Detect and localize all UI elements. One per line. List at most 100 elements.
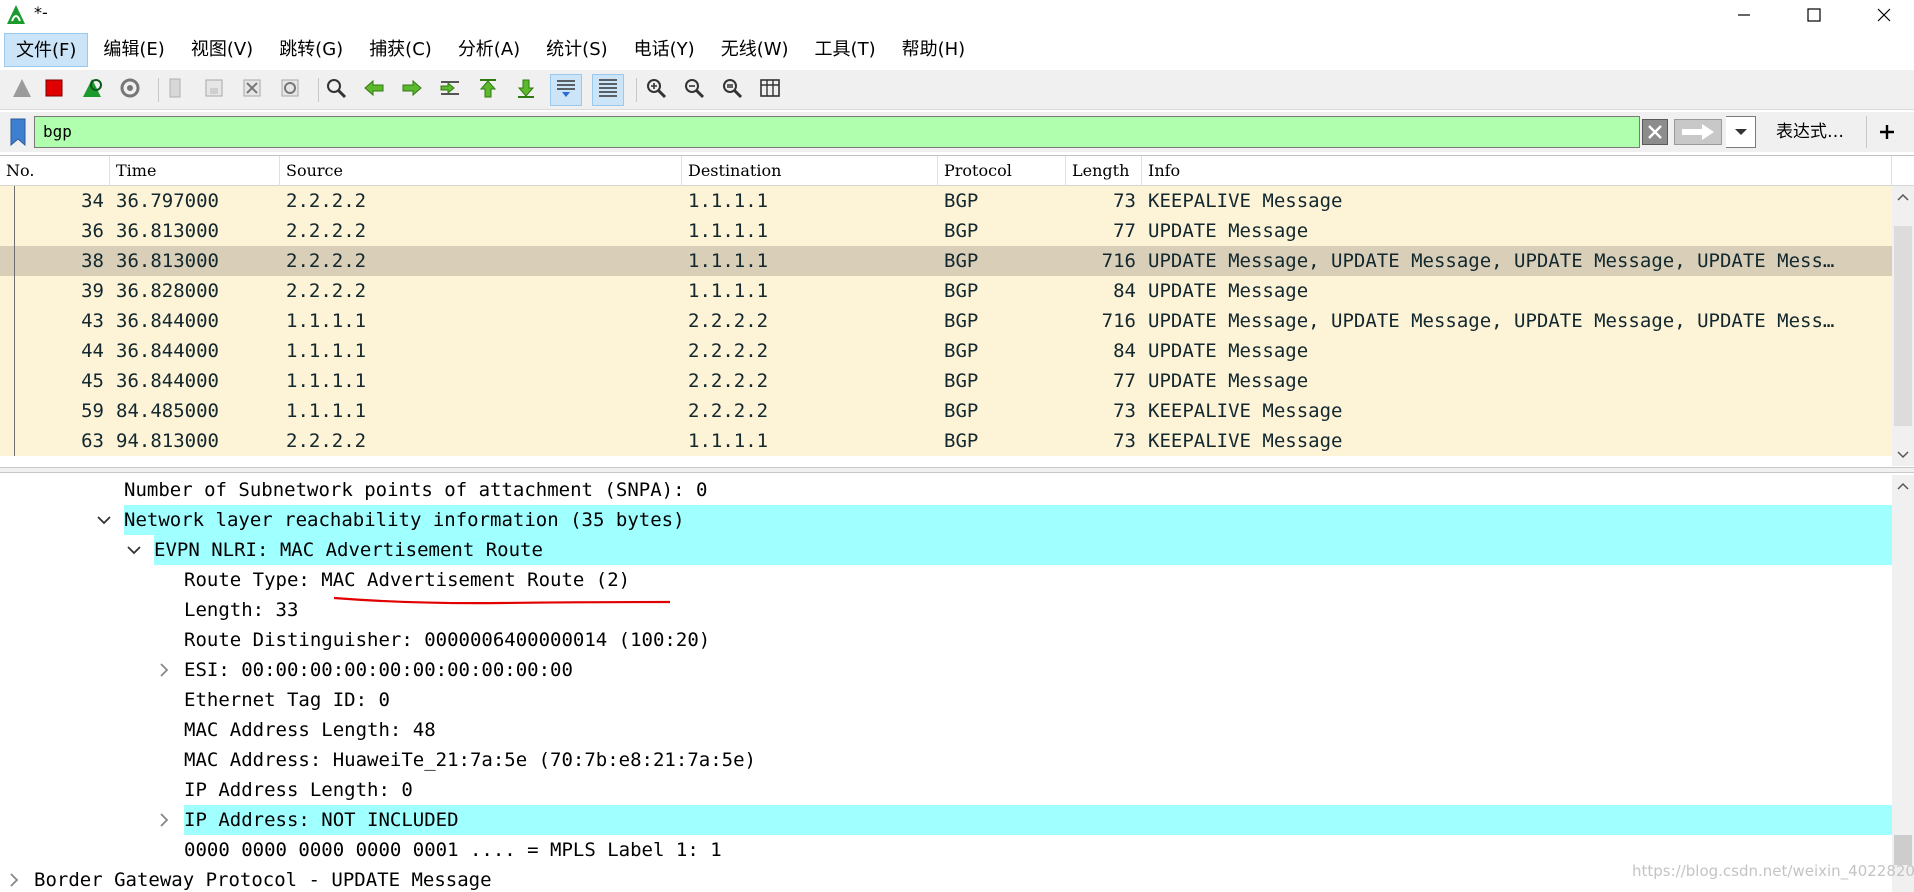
packet-row[interactable]: 38 36.813000 2.2.2.2 1.1.1.1 BGP 716 UPDATE Me…: [0, 246, 1892, 276]
save-file-button[interactable]: [198, 74, 230, 106]
chevron-down-icon: [1897, 451, 1909, 459]
packet-row[interactable]: 36 36.813000 2.2.2.2 1.1.1.1 BGP 77 UPDATE Mes…: [0, 216, 1892, 246]
detail-tree-item[interactable]: IP Address Length: 0: [184, 775, 413, 805]
packet-details-scroll-thumb[interactable]: [1894, 835, 1912, 865]
detail-tree-item[interactable]: Route Type: MAC Advertisement Route (2): [184, 565, 630, 595]
packet-list-hscroll[interactable]: [0, 456, 1892, 466]
menu-item-1[interactable]: 编辑(E): [92, 33, 175, 67]
open-file-icon: [164, 76, 188, 105]
display-filter-input[interactable]: bgp: [34, 116, 1640, 148]
add-filter-button[interactable]: [1866, 116, 1906, 148]
scroll-up-arrow[interactable]: [1892, 186, 1914, 208]
zoom-in-button[interactable]: [640, 74, 672, 106]
start-capture-button[interactable]: [6, 74, 38, 106]
menu-item-0[interactable]: 文件(F): [4, 33, 89, 67]
go-forward-button[interactable]: [396, 74, 428, 106]
expression-button[interactable]: 表达式…: [1766, 116, 1854, 148]
detail-tree-item[interactable]: Route Distinguisher: 0000006400000014 (1…: [184, 625, 710, 655]
find-packet-button[interactable]: [320, 74, 352, 106]
colorize-button[interactable]: [592, 74, 624, 106]
filter-bookmark-button[interactable]: [4, 116, 32, 148]
apply-filter-button[interactable]: [1674, 119, 1722, 145]
packet-cell-proto: BGP: [944, 280, 979, 302]
close-button[interactable]: [1854, 0, 1914, 30]
detail-tree-item[interactable]: MAC Address: HuaweiTe_21:7a:5e (70:7b:e8…: [184, 745, 756, 775]
maximize-icon: [1807, 8, 1821, 22]
open-file-button[interactable]: [160, 74, 192, 106]
column-header-3[interactable]: Destination: [682, 156, 938, 186]
packet-cell-no: 63: [81, 430, 104, 452]
resize-columns-button[interactable]: [754, 74, 786, 106]
packet-row[interactable]: 44 36.844000 1.1.1.1 2.2.2.2 BGP 84 UPDATE Mes…: [0, 336, 1892, 366]
packet-row[interactable]: 34 36.797000 2.2.2.2 1.1.1.1 BGP 73 KEEPALIVE …: [0, 186, 1892, 216]
column-header-2[interactable]: Source: [280, 156, 682, 186]
tree-collapse-toggle[interactable]: [124, 535, 144, 565]
stop-capture-icon: [42, 76, 66, 105]
column-header-6[interactable]: Info: [1142, 156, 1892, 186]
packet-cell-src: 2.2.2.2: [286, 250, 367, 272]
filter-history-dropdown[interactable]: [1726, 116, 1756, 148]
auto-scroll-button[interactable]: [550, 74, 582, 106]
tree-collapse-toggle[interactable]: [94, 505, 114, 535]
scroll-up-arrow[interactable]: [1892, 475, 1914, 497]
packet-row[interactable]: 43 36.844000 1.1.1.1 2.2.2.2 BGP 716 UPDATE Me…: [0, 306, 1892, 336]
go-last-button[interactable]: [510, 74, 542, 106]
packet-row[interactable]: 63 94.813000 2.2.2.2 1.1.1.1 BGP 73 KEEPALIVE …: [0, 426, 1892, 456]
column-header-4[interactable]: Protocol: [938, 156, 1066, 186]
detail-tree-item[interactable]: MAC Address Length: 48: [184, 715, 436, 745]
menu-item-9[interactable]: 工具(T): [804, 33, 887, 67]
restart-capture-button[interactable]: [76, 74, 108, 106]
tree-expand-toggle[interactable]: [4, 865, 24, 892]
clear-filter-button[interactable]: [1642, 119, 1668, 145]
packet-details-scrollbar[interactable]: [1892, 475, 1914, 892]
maximize-button[interactable]: [1784, 0, 1844, 30]
detail-tree-item[interactable]: Ethernet Tag ID: 0: [184, 685, 390, 715]
detail-tree-item[interactable]: Network layer reachability information (…: [124, 505, 1892, 535]
menu-item-8[interactable]: 无线(W): [710, 33, 800, 67]
detail-tree-item[interactable]: ESI: 00:00:00:00:00:00:00:00:00:00: [184, 655, 573, 685]
detail-tree-item[interactable]: Number of Subnetwork points of attachmen…: [124, 475, 707, 505]
close-file-button[interactable]: [236, 74, 268, 106]
menu-item-7[interactable]: 电话(Y): [623, 33, 706, 67]
pane-splitter[interactable]: [0, 467, 1914, 473]
zoom-in-icon: [644, 76, 668, 105]
packet-cell-len: 77: [1113, 370, 1136, 392]
go-back-button[interactable]: [358, 74, 390, 106]
detail-tree-item[interactable]: EVPN NLRI: MAC Advertisement Route: [154, 535, 1892, 565]
packet-cell-info: KEEPALIVE Message: [1148, 430, 1343, 452]
detail-tree-item[interactable]: Border Gateway Protocol - UPDATE Message: [34, 865, 492, 892]
menu-item-5[interactable]: 分析(A): [447, 33, 531, 67]
menu-item-10[interactable]: 帮助(H): [891, 33, 977, 67]
column-header-1[interactable]: Time: [110, 156, 280, 186]
capture-options-button[interactable]: [114, 74, 146, 106]
packet-cell-time: 94.813000: [116, 430, 219, 452]
menu-item-2[interactable]: 视图(V): [180, 33, 264, 67]
menu-item-3[interactable]: 跳转(G): [268, 33, 354, 67]
packet-row[interactable]: 39 36.828000 2.2.2.2 1.1.1.1 BGP 84 UPDATE Mes…: [0, 276, 1892, 306]
detail-tree-item[interactable]: IP Address: NOT INCLUDED: [184, 805, 1892, 835]
packet-row[interactable]: 45 36.844000 1.1.1.1 2.2.2.2 BGP 77 UPDATE Mes…: [0, 366, 1892, 396]
packet-cell-dst: 1.1.1.1: [688, 280, 769, 302]
go-to-packet-button[interactable]: [434, 74, 466, 106]
detail-tree-item[interactable]: 0000 0000 0000 0000 0001 .... = MPLS Lab…: [184, 835, 722, 865]
menu-item-6[interactable]: 统计(S): [535, 33, 618, 67]
packet-list-scroll-thumb[interactable]: [1894, 226, 1912, 426]
menu-item-4[interactable]: 捕获(C): [358, 33, 443, 67]
zoom-normal-button[interactable]: [716, 74, 748, 106]
zoom-out-button[interactable]: [678, 74, 710, 106]
go-first-button[interactable]: [472, 74, 504, 106]
packet-cell-proto: BGP: [944, 310, 979, 332]
packet-row[interactable]: 59 84.485000 1.1.1.1 2.2.2.2 BGP 73 KEEPALIVE …: [0, 396, 1892, 426]
minimize-button[interactable]: [1714, 0, 1774, 30]
reload-file-button[interactable]: [274, 74, 306, 106]
packet-list-scrollbar[interactable]: [1892, 186, 1914, 466]
stop-capture-button[interactable]: [38, 74, 70, 106]
column-header-0[interactable]: No.: [0, 156, 110, 186]
tree-expand-toggle[interactable]: [154, 805, 174, 835]
packet-cell-time: 36.797000: [116, 190, 219, 212]
column-header-5[interactable]: Length: [1066, 156, 1142, 186]
scroll-down-arrow[interactable]: [1892, 444, 1914, 466]
zoom-normal-icon: [720, 76, 744, 105]
detail-tree-item[interactable]: Length: 33: [184, 595, 298, 625]
tree-expand-toggle[interactable]: [154, 655, 174, 685]
